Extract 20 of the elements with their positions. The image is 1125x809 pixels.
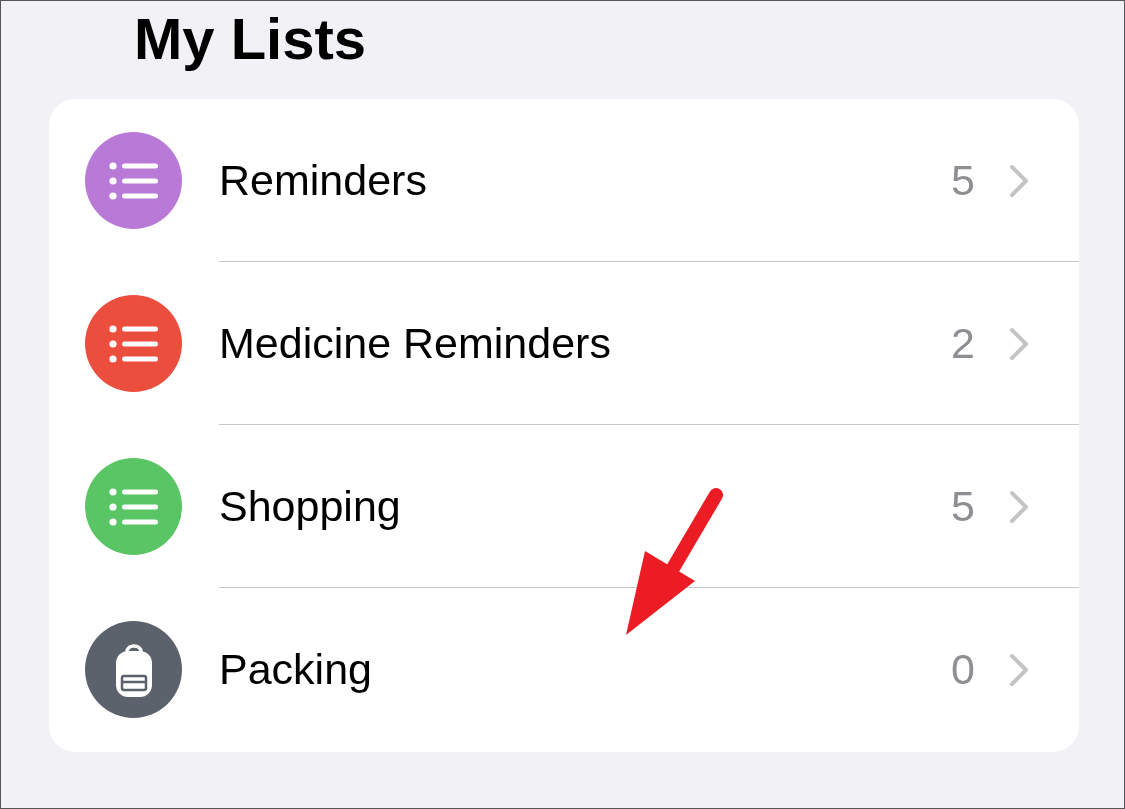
chevron-icon bbox=[1009, 489, 1029, 524]
item-count: 0 bbox=[951, 644, 975, 696]
backpack-icon bbox=[113, 641, 154, 698]
item-count: 2 bbox=[951, 318, 975, 370]
list-name: Medicine Reminders bbox=[219, 318, 611, 370]
item-count: 5 bbox=[951, 481, 975, 533]
list-icon bbox=[108, 324, 159, 363]
chevron-icon bbox=[1009, 652, 1029, 687]
list-row[interactable]: Medicine Reminders 2 bbox=[49, 262, 1079, 425]
page-title: My Lists bbox=[134, 5, 367, 73]
list-row[interactable]: Packing 0 bbox=[49, 588, 1079, 751]
item-count: 5 bbox=[951, 155, 975, 207]
list-name: Reminders bbox=[219, 155, 427, 207]
list-icon bbox=[108, 487, 159, 526]
chevron-icon bbox=[1009, 163, 1029, 198]
list-row[interactable]: Reminders 5 bbox=[49, 99, 1079, 262]
list-name: Packing bbox=[219, 644, 372, 696]
list-icon bbox=[108, 161, 159, 200]
list-name: Shopping bbox=[219, 481, 401, 533]
chevron-icon bbox=[1009, 326, 1029, 361]
